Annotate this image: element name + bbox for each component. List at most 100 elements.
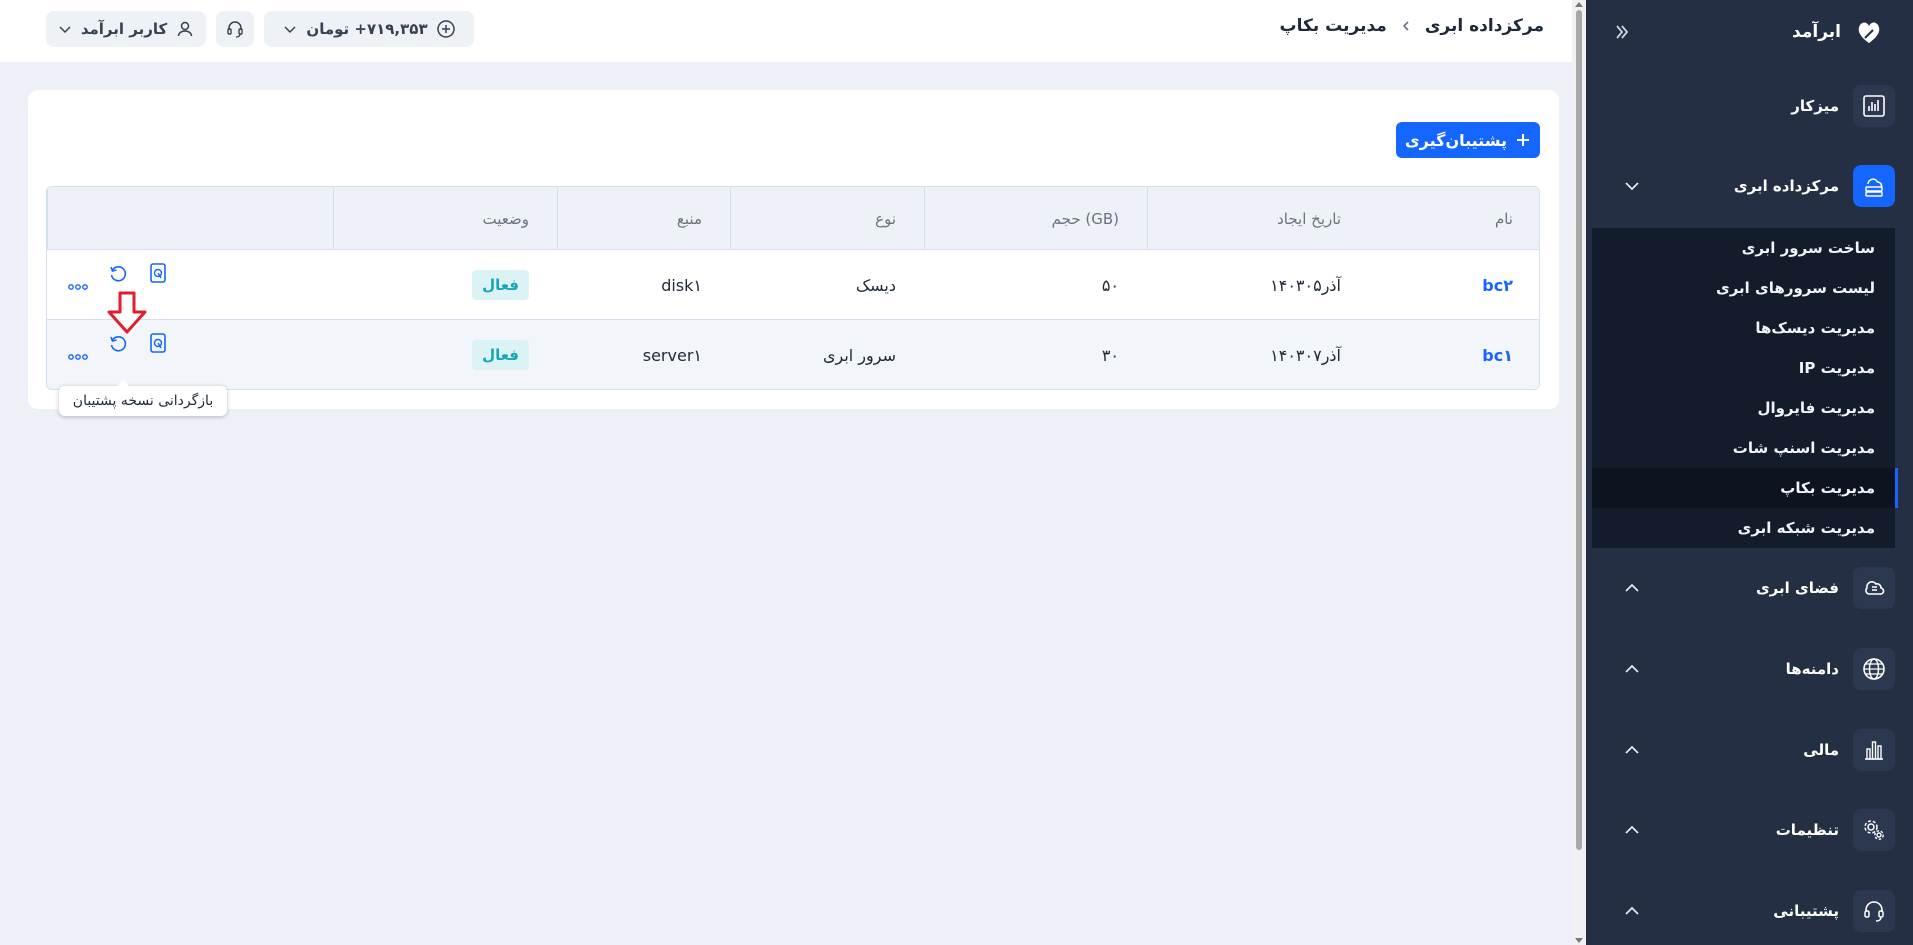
cell-source: server۱ [642, 345, 702, 365]
download-backup-button[interactable] [147, 262, 169, 284]
sidebar: ابرآمد میزکار مرکزداده ابری ساخت سرور اب… [1586, 0, 1913, 945]
cloud-server-icon [1853, 165, 1895, 207]
column-header-size: حجم (GB) [924, 187, 1147, 250]
page-scrollbar[interactable] [1572, 0, 1586, 945]
more-options-button[interactable] [67, 346, 89, 368]
submenu-item-firewall[interactable]: مدیریت فایروال [1592, 388, 1895, 428]
brand-logo-icon [1858, 22, 1880, 43]
wallet-balance-button[interactable]: ۷۱۹,۳۵۳+ تومان [264, 11, 474, 47]
user-name-text: کاربر ابرآمد [80, 20, 168, 38]
cell-size: ۳۰ [1101, 345, 1119, 365]
scroll-down-arrow-icon[interactable] [1575, 938, 1583, 943]
column-header-status: وضعیت [333, 187, 557, 250]
chevron-up-icon [1625, 583, 1639, 592]
dashboard-icon [1853, 85, 1895, 127]
plus-circle-icon [436, 20, 455, 38]
disk-file-icon [150, 263, 166, 283]
cell-type: دیسک [855, 275, 896, 295]
backup-name-link[interactable]: bc۱ [1369, 320, 1539, 389]
create-backup-button[interactable]: پشتیبان‌گیری [1396, 122, 1540, 158]
status-badge: فعال [472, 340, 529, 370]
headset-icon [227, 21, 243, 38]
breadcrumb-item-datacenter[interactable]: مرکزداده ابری [1425, 16, 1544, 36]
cloud-storage-icon [1853, 567, 1895, 609]
column-header-actions [47, 187, 333, 250]
cell-created: ۱۴۰۳آذر۰۵ [1270, 275, 1341, 295]
restore-backup-button[interactable] [107, 333, 129, 355]
nav-label-cloud-datacenter: مرکزداده ابری [1733, 177, 1839, 195]
nav-item-domains[interactable]: دامنه‌ها [1586, 647, 1895, 691]
finance-chart-icon [1853, 729, 1895, 771]
table-row: bc۱ ۱۴۰۳آذر۰۷ ۳۰ سرور ابری server۱ فعال [47, 320, 1539, 389]
submenu-item-server-list[interactable]: لیست سرورهای ابری [1592, 268, 1895, 308]
plus-icon [1517, 134, 1529, 146]
chevron-up-icon [1625, 745, 1639, 754]
column-header-name: نام [1494, 209, 1513, 228]
column-header-type: نوع [730, 187, 924, 250]
user-icon [177, 21, 193, 37]
backup-name-link[interactable]: bc۲ [1369, 250, 1539, 320]
restore-icon [110, 336, 127, 352]
cell-type: سرور ابری [822, 345, 896, 365]
cloud-datacenter-submenu: ساخت سرور ابری لیست سرورهای ابری مدیریت … [1592, 228, 1898, 548]
backups-table: نام تاریخ ایجاد حجم (GB) نوع منبع وضعیت … [46, 186, 1540, 390]
nav-item-support[interactable]: پشتیبانی [1586, 889, 1895, 933]
nav-label-dashboard: میزکار [1791, 97, 1839, 115]
globe-icon [1853, 648, 1895, 690]
support-headset-button[interactable] [216, 11, 254, 47]
chevron-down-icon [284, 26, 296, 34]
submenu-item-create-server[interactable]: ساخت سرور ابری [1592, 228, 1895, 268]
column-header-created: تاریخ ایجاد [1147, 187, 1369, 250]
chevron-down-icon [1625, 182, 1639, 191]
nav-item-cloud-datacenter[interactable]: مرکزداده ابری [1586, 164, 1895, 208]
more-dots-icon [68, 284, 88, 290]
column-header-source: منبع [557, 187, 730, 250]
backup-card: پشتیبان‌گیری نام تاریخ ایجاد حجم (GB) نو… [28, 90, 1559, 409]
brand-name: ابرآمد [1792, 22, 1841, 42]
brand[interactable]: ابرآمد [1792, 14, 1885, 50]
restore-backup-button[interactable] [107, 263, 129, 285]
cell-size: ۵۰ [1101, 275, 1119, 295]
nav-item-dashboard[interactable]: میزکار [1586, 84, 1895, 128]
restore-icon [110, 266, 127, 282]
restore-tooltip: بازگردانی نسخه پشتیبان [59, 380, 227, 416]
table-row: bc۲ ۱۴۰۳آذر۰۵ ۵۰ دیسک disk۱ فعال [47, 250, 1539, 320]
scroll-up-arrow-icon[interactable] [1575, 2, 1583, 7]
submenu-item-backups[interactable]: مدیریت بکاپ [1592, 468, 1898, 508]
download-backup-button[interactable] [147, 332, 169, 354]
user-menu-button[interactable]: کاربر ابرآمد [46, 11, 206, 47]
cell-created: ۱۴۰۳آذر۰۷ [1270, 345, 1341, 365]
submenu-item-snapshots[interactable]: مدیریت اسنپ شات [1592, 428, 1895, 468]
create-backup-label: پشتیبان‌گیری [1405, 130, 1507, 150]
chevron-up-icon [1625, 825, 1639, 834]
status-badge: فعال [472, 270, 529, 300]
collapse-sidebar-button[interactable] [1608, 18, 1636, 46]
cell-source: disk۱ [661, 275, 702, 295]
chevron-up-icon [1625, 664, 1639, 673]
cell-status: فعال [333, 320, 557, 389]
nav-item-settings[interactable]: تنظیمات [1586, 808, 1895, 852]
settings-gear-icon [1853, 809, 1895, 851]
table-header: نام تاریخ ایجاد حجم (GB) نوع منبع وضعیت [47, 187, 1539, 250]
more-options-button[interactable] [67, 276, 89, 298]
submenu-item-ip[interactable]: مدیریت IP [1592, 348, 1895, 388]
submenu-item-disks[interactable]: مدیریت دیسک‌ها [1592, 308, 1895, 348]
nav-label-finance: مالی [1803, 741, 1839, 759]
chevron-up-icon [1625, 906, 1639, 915]
scroll-thumb[interactable] [1576, 10, 1582, 850]
wallet-balance-text: ۷۱۹,۳۵۳+ تومان [306, 20, 428, 38]
cell-status: فعال [333, 250, 557, 320]
nav-label-settings: تنظیمات [1775, 821, 1839, 839]
chevron-down-icon [59, 26, 71, 34]
breadcrumb-item-backup: مدیریت بکاپ [1279, 16, 1387, 36]
disk-file-icon [150, 333, 166, 353]
chevron-left-icon [1402, 21, 1409, 31]
nav-label-domains: دامنه‌ها [1785, 660, 1839, 678]
submenu-item-cloud-network[interactable]: مدیریت شبکه ابری [1592, 508, 1895, 548]
nav-item-cloud-storage[interactable]: فضای ابری [1586, 566, 1895, 610]
breadcrumb: مرکزداده ابری مدیریت بکاپ [1279, 16, 1544, 36]
row-actions [67, 330, 197, 370]
nav-item-finance[interactable]: مالی [1586, 728, 1895, 772]
double-chevron-right-icon [1616, 25, 1629, 39]
highlight-arrow-icon [107, 291, 147, 334]
